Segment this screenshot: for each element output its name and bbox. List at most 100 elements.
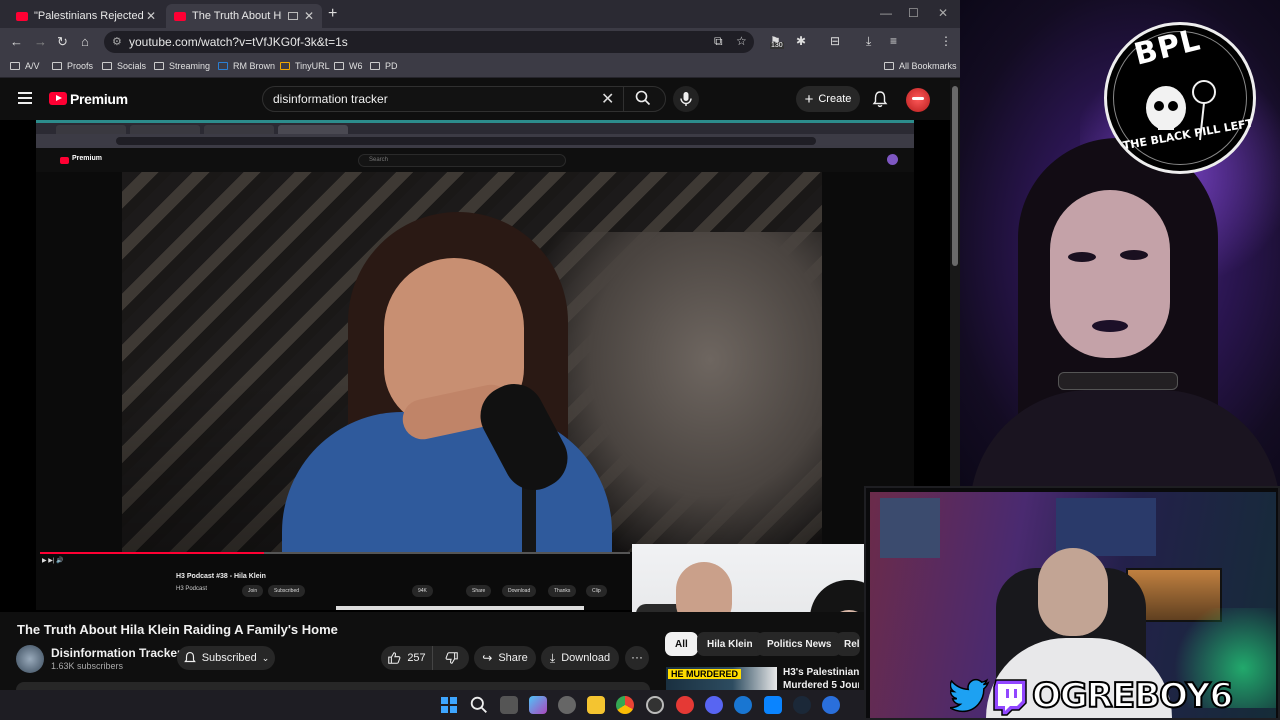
app-icon[interactable] — [822, 696, 840, 714]
voice-search-button[interactable] — [673, 86, 699, 112]
portrait-eye — [1120, 250, 1148, 260]
minimize-icon[interactable]: — — [880, 6, 892, 20]
vscode-icon[interactable] — [764, 696, 782, 714]
chrome-icon[interactable] — [616, 696, 634, 714]
taskbar-search-button[interactable] — [470, 696, 488, 714]
chip-hila-klein[interactable]: Hila Klein — [697, 632, 763, 656]
task-view-icon[interactable] — [500, 696, 518, 714]
new-tab-button[interactable]: + — [328, 5, 337, 23]
site-icon — [280, 62, 290, 70]
create-button[interactable]: + Create — [796, 86, 860, 112]
create-label: Create — [818, 93, 852, 105]
reload-icon[interactable]: ↻ — [57, 34, 68, 50]
steam-icon[interactable] — [793, 696, 811, 714]
notifications-button[interactable] — [872, 90, 888, 113]
embedded-tab — [204, 125, 274, 134]
share-label: Share — [498, 652, 528, 664]
download-button[interactable]: ⤓ Download — [541, 646, 619, 670]
bookmark-label: A/V — [25, 61, 40, 71]
embedded-address-bar — [36, 134, 914, 148]
cast-icon[interactable]: ⧉ — [714, 34, 723, 49]
share-button[interactable]: ↪ Share — [474, 646, 536, 670]
subscribed-button[interactable]: Subscribed ⌄ — [177, 646, 275, 670]
chevron-down-icon: ⌄ — [261, 652, 270, 663]
windows-logo-icon — [441, 697, 457, 713]
record-app-icon[interactable] — [676, 696, 694, 714]
close-tab-icon[interactable]: ✕ — [146, 9, 156, 23]
window-close-icon[interactable]: ✕ — [938, 6, 948, 20]
bookmark-label: PD — [385, 61, 398, 71]
home-icon[interactable]: ⌂ — [81, 34, 89, 49]
embedded-url-field — [116, 137, 816, 145]
address-bar[interactable]: ⚙ youtube.com/watch?v=tVfJKG0f-3k&t=1s ⧉… — [104, 31, 754, 53]
tab-hila-klein[interactable]: The Truth About Hila Klein ✕ — [166, 4, 322, 28]
all-bookmarks[interactable]: All Bookmarks — [884, 61, 957, 71]
tab-title: "Palestinians Rejected Every — [34, 10, 146, 22]
back-icon[interactable]: ← — [10, 34, 23, 49]
copilot-icon[interactable] — [529, 696, 547, 714]
site-info-icon[interactable]: ⚙ — [112, 35, 122, 48]
embedded-progress-bar — [40, 552, 630, 554]
tab-palestinians[interactable]: "Palestinians Rejected Every ✕ — [8, 4, 164, 28]
recommended-thumbnail[interactable]: HE MURDERED — [666, 667, 777, 690]
like-button[interactable]: 257 — [381, 646, 433, 670]
file-explorer-icon[interactable] — [587, 696, 605, 714]
search-button[interactable] — [635, 90, 651, 111]
wall-poster — [880, 498, 940, 558]
bookmark-rm-brown[interactable]: RM Brown — [218, 61, 275, 71]
obs-icon[interactable] — [646, 696, 664, 714]
bookmark-w6[interactable]: W6 — [334, 61, 363, 71]
channel-name[interactable]: Disinformation Tracker — [51, 646, 182, 660]
recommended-title-line: H3's Palestinian T — [783, 667, 859, 678]
extensions-puzzle-icon[interactable]: ✱ — [796, 34, 806, 48]
chip-all[interactable]: All — [665, 632, 698, 656]
discord-icon[interactable] — [705, 696, 723, 714]
recommended-title[interactable]: H3's Palestinian T Murdered 5 Journ — [783, 666, 859, 690]
hamburger-menu-icon[interactable] — [18, 92, 32, 104]
start-button[interactable] — [440, 696, 458, 714]
menu-kebab-icon[interactable]: ⋮ — [940, 34, 952, 48]
embedded-search-box: Search — [358, 154, 566, 167]
bookmark-streaming[interactable]: Streaming — [154, 61, 210, 71]
share-icon: ↪ — [482, 651, 493, 665]
youtube-logo-icon[interactable] — [49, 92, 67, 105]
bookmark-proofs[interactable]: Proofs — [52, 61, 93, 71]
download-icon[interactable]: ⤓ — [866, 34, 871, 49]
close-tab-icon[interactable]: ✕ — [304, 9, 314, 23]
bookmark-av[interactable]: A/V — [10, 61, 40, 71]
youtube-premium-label[interactable]: Premium — [70, 91, 128, 107]
folder-icon — [102, 62, 112, 70]
chip-politics-news[interactable]: Politics News — [757, 632, 842, 656]
channel-avatar[interactable] — [16, 645, 44, 673]
description-box[interactable] — [16, 682, 650, 690]
dislike-button[interactable] — [434, 646, 469, 670]
account-avatar[interactable] — [906, 88, 930, 112]
tab-search-icon[interactable]: ⊟ — [830, 34, 840, 48]
maximize-icon[interactable]: ☐ — [908, 6, 919, 20]
youtube-header: Premium ✕ + Create — [0, 80, 950, 120]
forward-icon[interactable]: → — [34, 34, 47, 49]
chip-rel[interactable]: Rel — [836, 632, 860, 656]
windows-taskbar — [0, 690, 960, 720]
portrait-body — [970, 390, 1280, 486]
bookmark-tinyurl[interactable]: TinyURL — [280, 61, 330, 71]
site-icon — [218, 62, 228, 70]
embedded-tab — [278, 125, 348, 134]
bookmark-socials[interactable]: Socials — [102, 61, 146, 71]
embedded-clip: Clip — [586, 585, 607, 597]
social-handle-bar: OGREBOY6 — [950, 675, 1280, 718]
site-icon — [370, 62, 380, 70]
download-label: Download — [561, 652, 611, 664]
app-icon[interactable] — [734, 696, 752, 714]
search-input[interactable] — [273, 91, 593, 107]
bookmark-star-icon[interactable]: ☆ — [736, 34, 747, 48]
clear-search-icon[interactable]: ✕ — [601, 89, 614, 109]
video-player[interactable]: Premium Search ▶ ▶| 🔊 H3 Podcast #38 - H… — [0, 120, 950, 612]
portrait-choker — [1058, 372, 1178, 390]
scrollbar-thumb[interactable] — [952, 86, 958, 266]
plus-icon: + — [804, 90, 814, 108]
bookmark-pd[interactable]: PD — [370, 61, 398, 71]
more-actions-button[interactable]: ··· — [625, 646, 649, 670]
media-control-icon[interactable]: ≡ — [890, 34, 897, 48]
app-icon[interactable] — [558, 696, 576, 714]
